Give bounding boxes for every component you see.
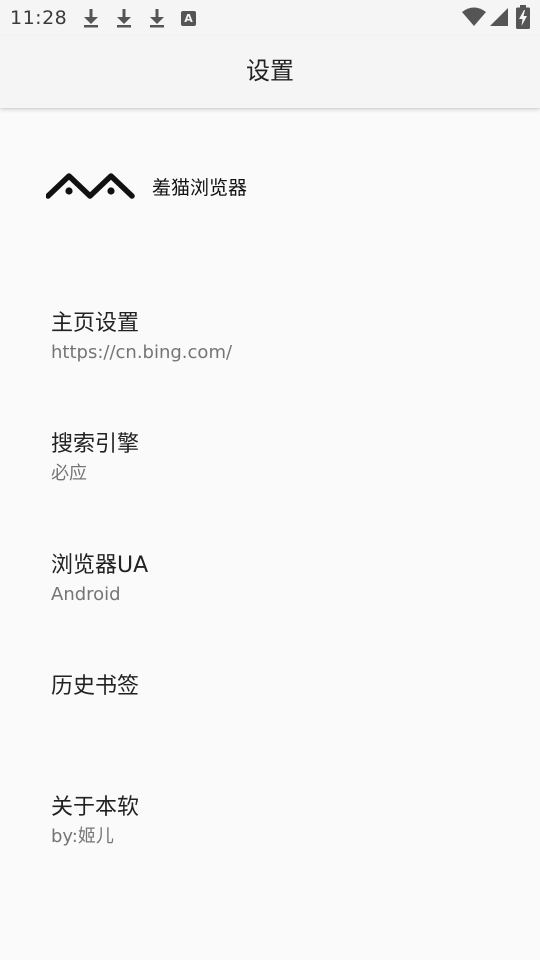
download-icon	[117, 9, 131, 28]
setting-summary: 必应	[51, 463, 87, 484]
text-a-icon: A	[181, 11, 196, 26]
setting-search-engine[interactable]: 搜索引擎 必应	[0, 429, 540, 529]
setting-summary: Android	[51, 584, 121, 605]
app-bar: 设置	[0, 36, 540, 108]
status-time: 11:28	[10, 7, 68, 29]
download-icon	[84, 9, 98, 28]
wifi-icon	[462, 7, 486, 26]
setting-title: 历史书签	[51, 674, 140, 699]
setting-title: 主页设置	[51, 311, 140, 336]
setting-title: 关于本软	[51, 795, 140, 820]
setting-summary: https://cn.bing.com/	[51, 342, 233, 363]
setting-summary: by:姬儿	[51, 826, 114, 847]
brand-header: 羞猫浏览器	[46, 166, 247, 206]
app-name: 羞猫浏览器	[152, 176, 248, 199]
setting-user-agent[interactable]: 浏览器UA Android	[0, 550, 540, 650]
status-bar: 11:28 A	[0, 0, 540, 36]
setting-history-bookmarks[interactable]: 历史书签	[0, 671, 540, 771]
cellular-signal-icon	[490, 8, 508, 26]
setting-title: 搜索引擎	[51, 432, 140, 457]
battery-charging-icon	[516, 5, 530, 29]
setting-title: 浏览器UA	[51, 553, 149, 578]
download-icon	[150, 9, 164, 28]
setting-homepage[interactable]: 主页设置 https://cn.bing.com/	[0, 308, 540, 408]
setting-about[interactable]: 关于本软 by:姬儿	[0, 792, 540, 892]
cat-logo-icon	[46, 173, 135, 199]
page-title: 设置	[246, 57, 294, 85]
